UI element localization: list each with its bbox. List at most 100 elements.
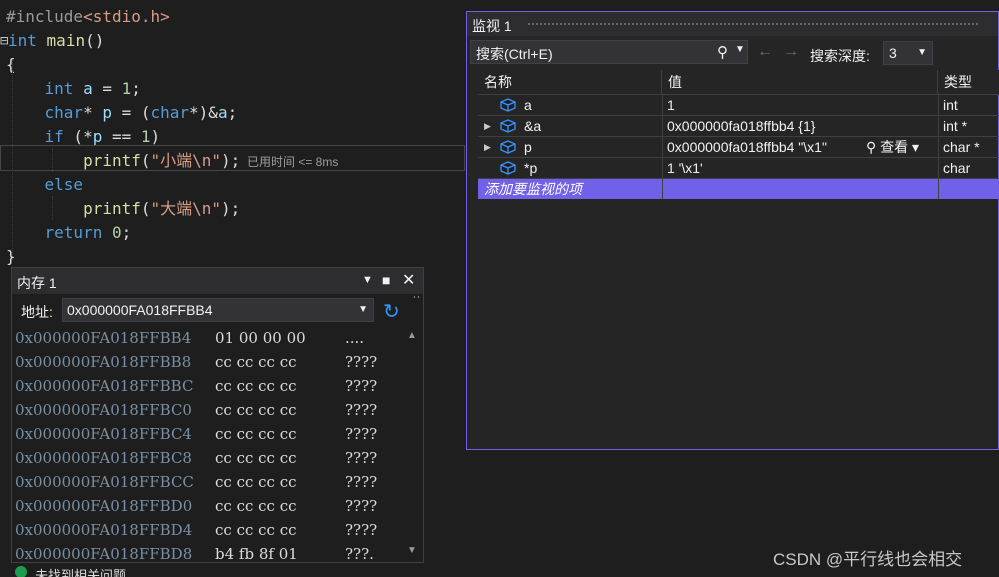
watermark: CSDN @平行线也会相交	[773, 550, 963, 569]
watch-name[interactable]: *p	[524, 158, 659, 178]
memory-row[interactable]: 0x000000FA018FFBC0 cc cc cc cc????	[15, 398, 377, 422]
watch-value[interactable]: 1 '\x1'	[667, 158, 867, 178]
code-token: "大端\n"	[150, 199, 222, 218]
search-icon[interactable]: ⚲	[717, 43, 728, 61]
code-token: ==	[102, 127, 141, 146]
watch-title: 监视 1	[472, 18, 512, 34]
column-header-type[interactable]: 类型	[938, 70, 999, 94]
close-icon[interactable]: ✕	[402, 270, 415, 290]
expand-arrow-icon[interactable]: ▶	[484, 121, 491, 132]
memory-row[interactable]: 0x000000FA018FFBB4 01 00 00 00....	[15, 326, 364, 350]
chevron-down-icon[interactable]: ▼	[917, 47, 927, 58]
memory-address: 0x000000FA018FFBD4	[15, 521, 193, 539]
watch-row[interactable]: *p 1 '\x1' char	[478, 157, 999, 178]
window-menu-icon[interactable]: ▼	[362, 274, 373, 286]
memory-bytes[interactable]: 01 00 00 00	[215, 326, 306, 350]
memory-bytes[interactable]: cc cc cc cc	[215, 494, 297, 518]
watch-titlebar[interactable]: 监视 1	[467, 12, 998, 36]
watch-row[interactable]: ▶ p 0x000000fa018ffbb4 "\x1" ⚲ 查看 ▾ char *	[478, 136, 999, 157]
memory-scrollbar[interactable]: ▲ ▼	[404, 328, 422, 562]
refresh-icon[interactable]: ↻	[383, 299, 400, 324]
memory-bytes[interactable]: cc cc cc cc	[215, 518, 297, 542]
memory-ascii: ????	[345, 401, 378, 419]
code-line[interactable]: }	[6, 245, 16, 269]
watch-search-input[interactable]: 搜索(Ctrl+E) ⚲ ▼	[470, 40, 748, 64]
code-line[interactable]: {	[6, 53, 16, 77]
watch-name[interactable]: &a	[524, 116, 659, 136]
watch-type: int	[943, 97, 958, 113]
add-watch-row[interactable]: 添加要监视的项	[478, 178, 999, 199]
code-token: ;	[131, 79, 141, 98]
memory-bytes[interactable]: cc cc cc cc	[215, 446, 297, 470]
expand-arrow-icon[interactable]: ▶	[484, 142, 491, 153]
code-token: {	[6, 55, 16, 74]
memory-row[interactable]: 0x000000FA018FFBC4 cc cc cc cc????	[15, 422, 377, 446]
watch-type: int *	[943, 118, 968, 134]
watch-row[interactable]: a 1 int	[478, 94, 999, 115]
watch-row[interactable]: ▶ &a 0x000000fa018ffbb4 {1} int *	[478, 115, 999, 136]
memory-bytes[interactable]: cc cc cc cc	[215, 398, 297, 422]
chevron-down-icon[interactable]: ▼	[735, 44, 745, 55]
code-line[interactable]: int main()	[8, 29, 104, 53]
watch-drag-grip[interactable]	[527, 22, 978, 27]
code-line[interactable]: int a = 1;	[6, 77, 141, 101]
watch-name[interactable]: a	[524, 95, 659, 115]
column-header-name[interactable]: 名称	[478, 70, 662, 94]
memory-row[interactable]: 0x000000FA018FFBD4 cc cc cc cc????	[15, 518, 377, 542]
watch-window[interactable]: 监视 1 搜索(Ctrl+E) ⚲ ▼ ← → 搜索深度: 3 ▼ 名称 值 类…	[466, 11, 999, 450]
memory-bytes[interactable]: cc cc cc cc	[215, 470, 297, 494]
memory-address: 0x000000FA018FFBB4	[15, 329, 192, 347]
scroll-down-icon[interactable]: ▼	[407, 545, 417, 556]
more-options-icon[interactable]: ˙˙	[413, 294, 421, 308]
code-token: }	[6, 247, 16, 266]
scroll-up-icon[interactable]: ▲	[407, 330, 417, 341]
code-token: *	[83, 103, 103, 122]
memory-bytes[interactable]: cc cc cc cc	[215, 374, 297, 398]
memory-bytes[interactable]: cc cc cc cc	[215, 422, 297, 446]
code-token: 1	[140, 127, 151, 146]
code-line[interactable]: return 0;	[6, 221, 132, 245]
watch-type: char	[943, 160, 971, 176]
forward-arrow-icon[interactable]: →	[783, 43, 799, 61]
code-token: );	[221, 199, 241, 218]
column-header-value[interactable]: 值	[662, 70, 938, 94]
memory-row[interactable]: 0x000000FA018FFBC8 cc cc cc cc????	[15, 446, 377, 470]
indent-guide	[52, 196, 54, 220]
memory-titlebar[interactable]: 内存 1 ▼ ■ ✕	[12, 268, 423, 294]
memory-row[interactable]: 0x000000FA018FFBB8 cc cc cc cc????	[15, 350, 377, 374]
indent-guide	[12, 60, 14, 255]
code-line[interactable]: char* p = (char*)&a;	[6, 101, 238, 125]
memory-window[interactable]: 内存 1 ▼ ■ ✕ 地址: 0x000000FA018FFBB4 ▼ ↻ ˙˙…	[11, 267, 424, 563]
address-input[interactable]: 0x000000FA018FFBB4 ▼	[62, 298, 374, 322]
memory-address: 0x000000FA018FFBB8	[15, 353, 192, 371]
view-button[interactable]: ⚲ 查看 ▾	[866, 137, 919, 157]
memory-row[interactable]: 0x000000FA018FFBBC cc cc cc cc????	[15, 374, 377, 398]
back-arrow-icon[interactable]: ←	[757, 43, 773, 61]
code-token: p	[102, 103, 112, 122]
watch-value[interactable]: 0x000000fa018ffbb4 {1}	[667, 116, 867, 136]
memory-bytes[interactable]: cc cc cc cc	[215, 350, 297, 374]
memory-row[interactable]: 0x000000FA018FFBD0 cc cc cc cc????	[15, 494, 377, 518]
code-line[interactable]: printf("大端\n");	[6, 197, 240, 221]
code-token: a	[83, 79, 93, 98]
add-watch-item[interactable]: 添加要监视的项	[484, 179, 659, 199]
watch-value[interactable]: 1	[667, 95, 867, 115]
maximize-icon[interactable]: ■	[382, 272, 390, 288]
code-token: ;	[121, 223, 132, 242]
search-depth-select[interactable]: 3 ▼	[883, 41, 933, 65]
search-depth-value: 3	[889, 45, 897, 61]
memory-row[interactable]: 0x000000FA018FFBCC cc cc cc cc????	[15, 470, 377, 494]
code-token: 0	[111, 223, 122, 242]
current-line-highlight	[0, 145, 465, 171]
memory-ascii: ....	[345, 329, 365, 347]
memory-ascii: ????	[345, 521, 378, 539]
code-line[interactable]: else	[6, 173, 84, 197]
collapse-marker-icon[interactable]: ⊟	[0, 33, 8, 49]
code-line[interactable]: #include<stdio.h>	[6, 5, 170, 29]
chevron-down-icon[interactable]: ▼	[358, 304, 368, 315]
watch-name[interactable]: p	[524, 137, 659, 157]
watch-value[interactable]: 0x000000fa018ffbb4 "\x1"	[667, 137, 867, 157]
address-value: 0x000000FA018FFBB4	[67, 302, 213, 318]
